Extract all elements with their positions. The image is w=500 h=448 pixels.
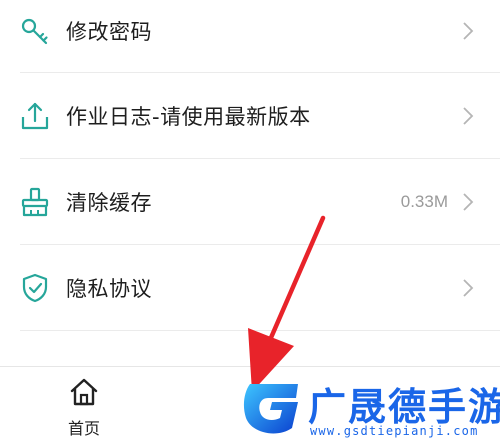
chevron-right-icon [463,107,474,125]
watermark-title: 广晟德手游 [308,385,500,429]
menu-item-clear-cache[interactable]: 清除缓存 0.33M [0,159,500,245]
divider [20,330,500,331]
menu-item-privacy-agreement[interactable]: 隐私协议 [0,245,500,331]
cache-size-value: 0.33M [400,192,448,211]
chevron-right-icon [463,279,474,297]
menu-item-work-log[interactable]: 作业日志-请使用最新版本 [0,73,500,159]
brush-icon [21,187,49,217]
chevron-right-icon [463,22,474,40]
menu-item-label: 隐私协议 [66,277,152,301]
shield-check-icon [22,273,48,303]
menu-item-label: 作业日志-请使用最新版本 [66,105,311,129]
menu-item-change-password[interactable]: 修改密码 [0,0,500,74]
watermark: 广晟德手游 www.gsdtiepianji.com [238,372,500,447]
menu-item-label: 清除缓存 [66,191,152,215]
tab-label: 首页 [67,419,100,438]
chevron-right-icon [463,193,474,211]
key-icon [21,18,48,45]
watermark-url: www.gsdtiepianji.com [310,424,479,438]
home-icon [70,378,98,406]
upload-icon [21,102,49,130]
menu-item-label: 修改密码 [66,20,152,44]
watermark-logo-icon [243,384,298,434]
tab-home[interactable]: 首页 [24,367,144,448]
